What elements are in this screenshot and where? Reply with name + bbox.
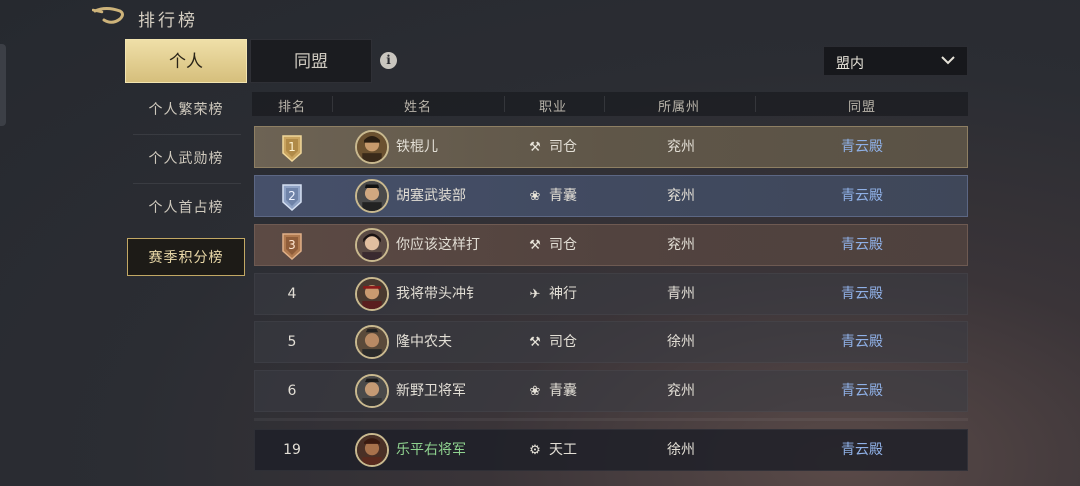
state: 兖州: [667, 188, 695, 204]
back-icon[interactable]: [92, 5, 128, 27]
job-label: 司仓: [549, 334, 577, 350]
job-label: 神行: [549, 286, 577, 302]
column-divider: [332, 96, 333, 112]
player-name: 隆中农夫: [396, 334, 452, 350]
top-bar: 排行榜: [0, 0, 1080, 34]
sidebar-item-season-points[interactable]: 赛季积分榜: [127, 238, 245, 276]
dropdown-value: 盟内: [836, 56, 864, 72]
rank-number: 19: [283, 442, 301, 458]
job-label: 司仓: [549, 237, 577, 253]
scope-dropdown[interactable]: 盟内: [823, 46, 968, 76]
player-name: 新野卫将军: [396, 383, 466, 399]
job: ⚒ 司仓: [527, 322, 577, 362]
lotus-icon: ❀: [529, 189, 541, 204]
alliance-link[interactable]: 青云殿: [841, 274, 883, 314]
column-divider: [755, 96, 756, 112]
state: 兖州: [667, 139, 695, 155]
avatar: [355, 433, 389, 467]
job-label: 司仓: [549, 139, 577, 155]
job: ⚒ 司仓: [527, 127, 577, 167]
state: 兖州: [667, 237, 695, 253]
player-name: 乐平右将军: [396, 442, 466, 458]
rank-number: 2: [288, 189, 296, 203]
avatar: [355, 374, 389, 408]
player-name: 我将带头冲钅: [396, 286, 480, 302]
player-name: 铁棍儿: [396, 139, 438, 155]
avatar: [355, 277, 389, 311]
table-row[interactable]: 1 铁棍儿 ⚒ 司仓 兖州 青云殿: [254, 126, 968, 168]
rank-number: 4: [287, 286, 297, 302]
alliance-link[interactable]: 青云殿: [841, 371, 883, 411]
column-header-state: 所属州: [657, 100, 701, 115]
sidebar-item-prosperity[interactable]: 个人繁荣榜: [127, 91, 245, 129]
info-icon[interactable]: i: [380, 52, 397, 69]
table-row[interactable]: 4 我将带头冲钅 ✈ 神行 青州 青云殿: [254, 273, 968, 315]
list-overflow-edge: [254, 418, 968, 421]
column-header-rank: 排名: [277, 100, 307, 115]
column-divider: [604, 96, 605, 112]
bird-icon: ✈: [529, 287, 541, 302]
column-header-name: 姓名: [403, 100, 433, 115]
scythe-icon: ⚒: [529, 335, 541, 350]
state: 徐州: [667, 442, 695, 458]
player-name: 胡塞武装部: [396, 188, 466, 204]
rank-number: 5: [287, 334, 297, 350]
rank-number: 6: [287, 383, 297, 399]
avatar: [355, 130, 389, 164]
alliance-link[interactable]: 青云殿: [841, 176, 883, 216]
scythe-icon: ⚒: [529, 140, 541, 155]
job-label: 青囊: [549, 188, 577, 204]
table-row[interactable]: 3 你应该这样打 ⚒ 司仓 兖州 青云殿: [254, 224, 968, 266]
job-label: 天工: [549, 442, 577, 458]
sidebar-divider: [133, 134, 241, 135]
chevron-down-icon: [941, 56, 955, 65]
table-row[interactable]: 5 隆中农夫 ⚒ 司仓 徐州 青云殿: [254, 321, 968, 363]
sidebar-item-first-capture[interactable]: 个人首占榜: [127, 189, 245, 227]
state: 徐州: [667, 334, 695, 350]
lotus-icon: ❀: [529, 384, 541, 399]
side-drawer-handle[interactable]: [0, 44, 6, 126]
alliance-link[interactable]: 青云殿: [841, 322, 883, 362]
sidebar-divider: [133, 183, 241, 184]
rank-number: 3: [288, 238, 296, 252]
column-header-job: 职业: [538, 100, 568, 115]
state: 青州: [667, 286, 695, 302]
avatar: [355, 325, 389, 359]
column-divider: [504, 96, 505, 112]
sidebar-item-merit[interactable]: 个人武勋榜: [127, 140, 245, 178]
table-row[interactable]: 6 新野卫将军 ❀ 青囊 兖州 青云殿: [254, 370, 968, 412]
table-header: 排名 姓名 职业 所属州 同盟: [252, 92, 968, 116]
alliance-link[interactable]: 青云殿: [841, 430, 883, 470]
rank-number: 1: [288, 140, 296, 154]
player-name: 你应该这样打: [396, 237, 480, 253]
tab-alliance[interactable]: 同盟: [250, 39, 372, 83]
alliance-link[interactable]: 青云殿: [841, 127, 883, 167]
job: ❀ 青囊: [527, 371, 577, 411]
avatar: [355, 179, 389, 213]
alliance-link[interactable]: 青云殿: [841, 225, 883, 265]
job: ❀ 青囊: [527, 176, 577, 216]
job: ✈ 神行: [527, 274, 577, 314]
state: 兖州: [667, 383, 695, 399]
column-header-alliance: 同盟: [847, 100, 877, 115]
scythe-icon: ⚒: [529, 238, 541, 253]
self-rank-row[interactable]: 19 乐平右将军 ⚙ 天工 徐州 青云殿: [254, 429, 968, 471]
job-label: 青囊: [549, 383, 577, 399]
avatar: [355, 228, 389, 262]
tab-personal[interactable]: 个人: [125, 39, 247, 83]
gear-icon: ⚙: [529, 443, 541, 458]
table-row[interactable]: 2 胡塞武装部 ❀ 青囊 兖州 青云殿: [254, 175, 968, 217]
job: ⚙ 天工: [527, 430, 577, 470]
page-title: 排行榜: [138, 11, 198, 31]
job: ⚒ 司仓: [527, 225, 577, 265]
